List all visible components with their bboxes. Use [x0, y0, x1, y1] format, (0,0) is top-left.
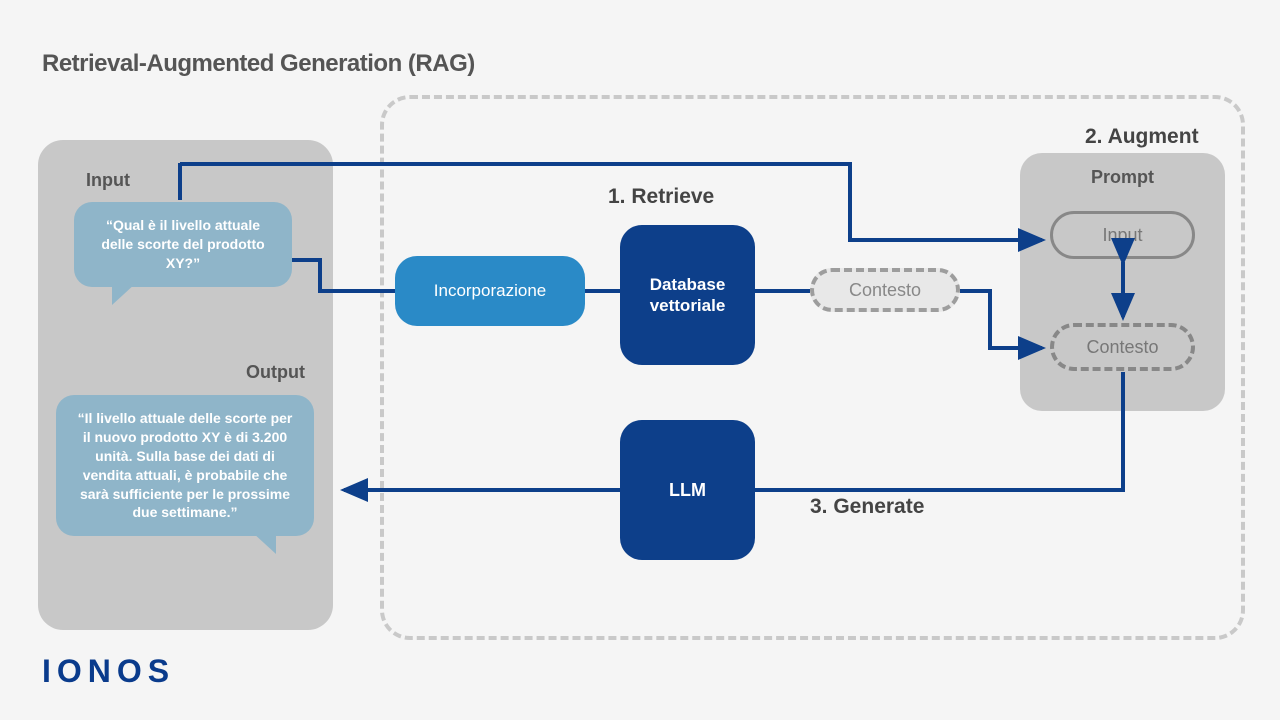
input-bubble: “Qual è il livello attuale delle scorte … [74, 202, 292, 287]
output-bubble: “Il livello attuale delle scorte per il … [56, 395, 314, 536]
io-panel: Input “Qual è il livello attuale delle s… [38, 140, 333, 630]
prompt-title: Prompt [1020, 167, 1225, 188]
brand-logo: IONOS [42, 653, 175, 690]
embedding-node: Incorporazione [395, 256, 585, 326]
vector-db-node: Database vettoriale [620, 225, 755, 365]
step-retrieve-label: 1. Retrieve [608, 185, 714, 209]
context-node: Contesto [810, 268, 960, 312]
prompt-input-pill: Input [1050, 211, 1195, 259]
prompt-context-pill: Contesto [1050, 323, 1195, 371]
input-label: Input [86, 170, 130, 191]
prompt-panel: Prompt Input Contesto [1020, 153, 1225, 411]
step-generate-label: 3. Generate [810, 495, 924, 519]
step-augment-label: 2. Augment [1085, 125, 1199, 149]
llm-node: LLM [620, 420, 755, 560]
diagram-title: Retrieval-Augmented Generation (RAG) [42, 50, 475, 78]
output-label: Output [246, 362, 305, 383]
